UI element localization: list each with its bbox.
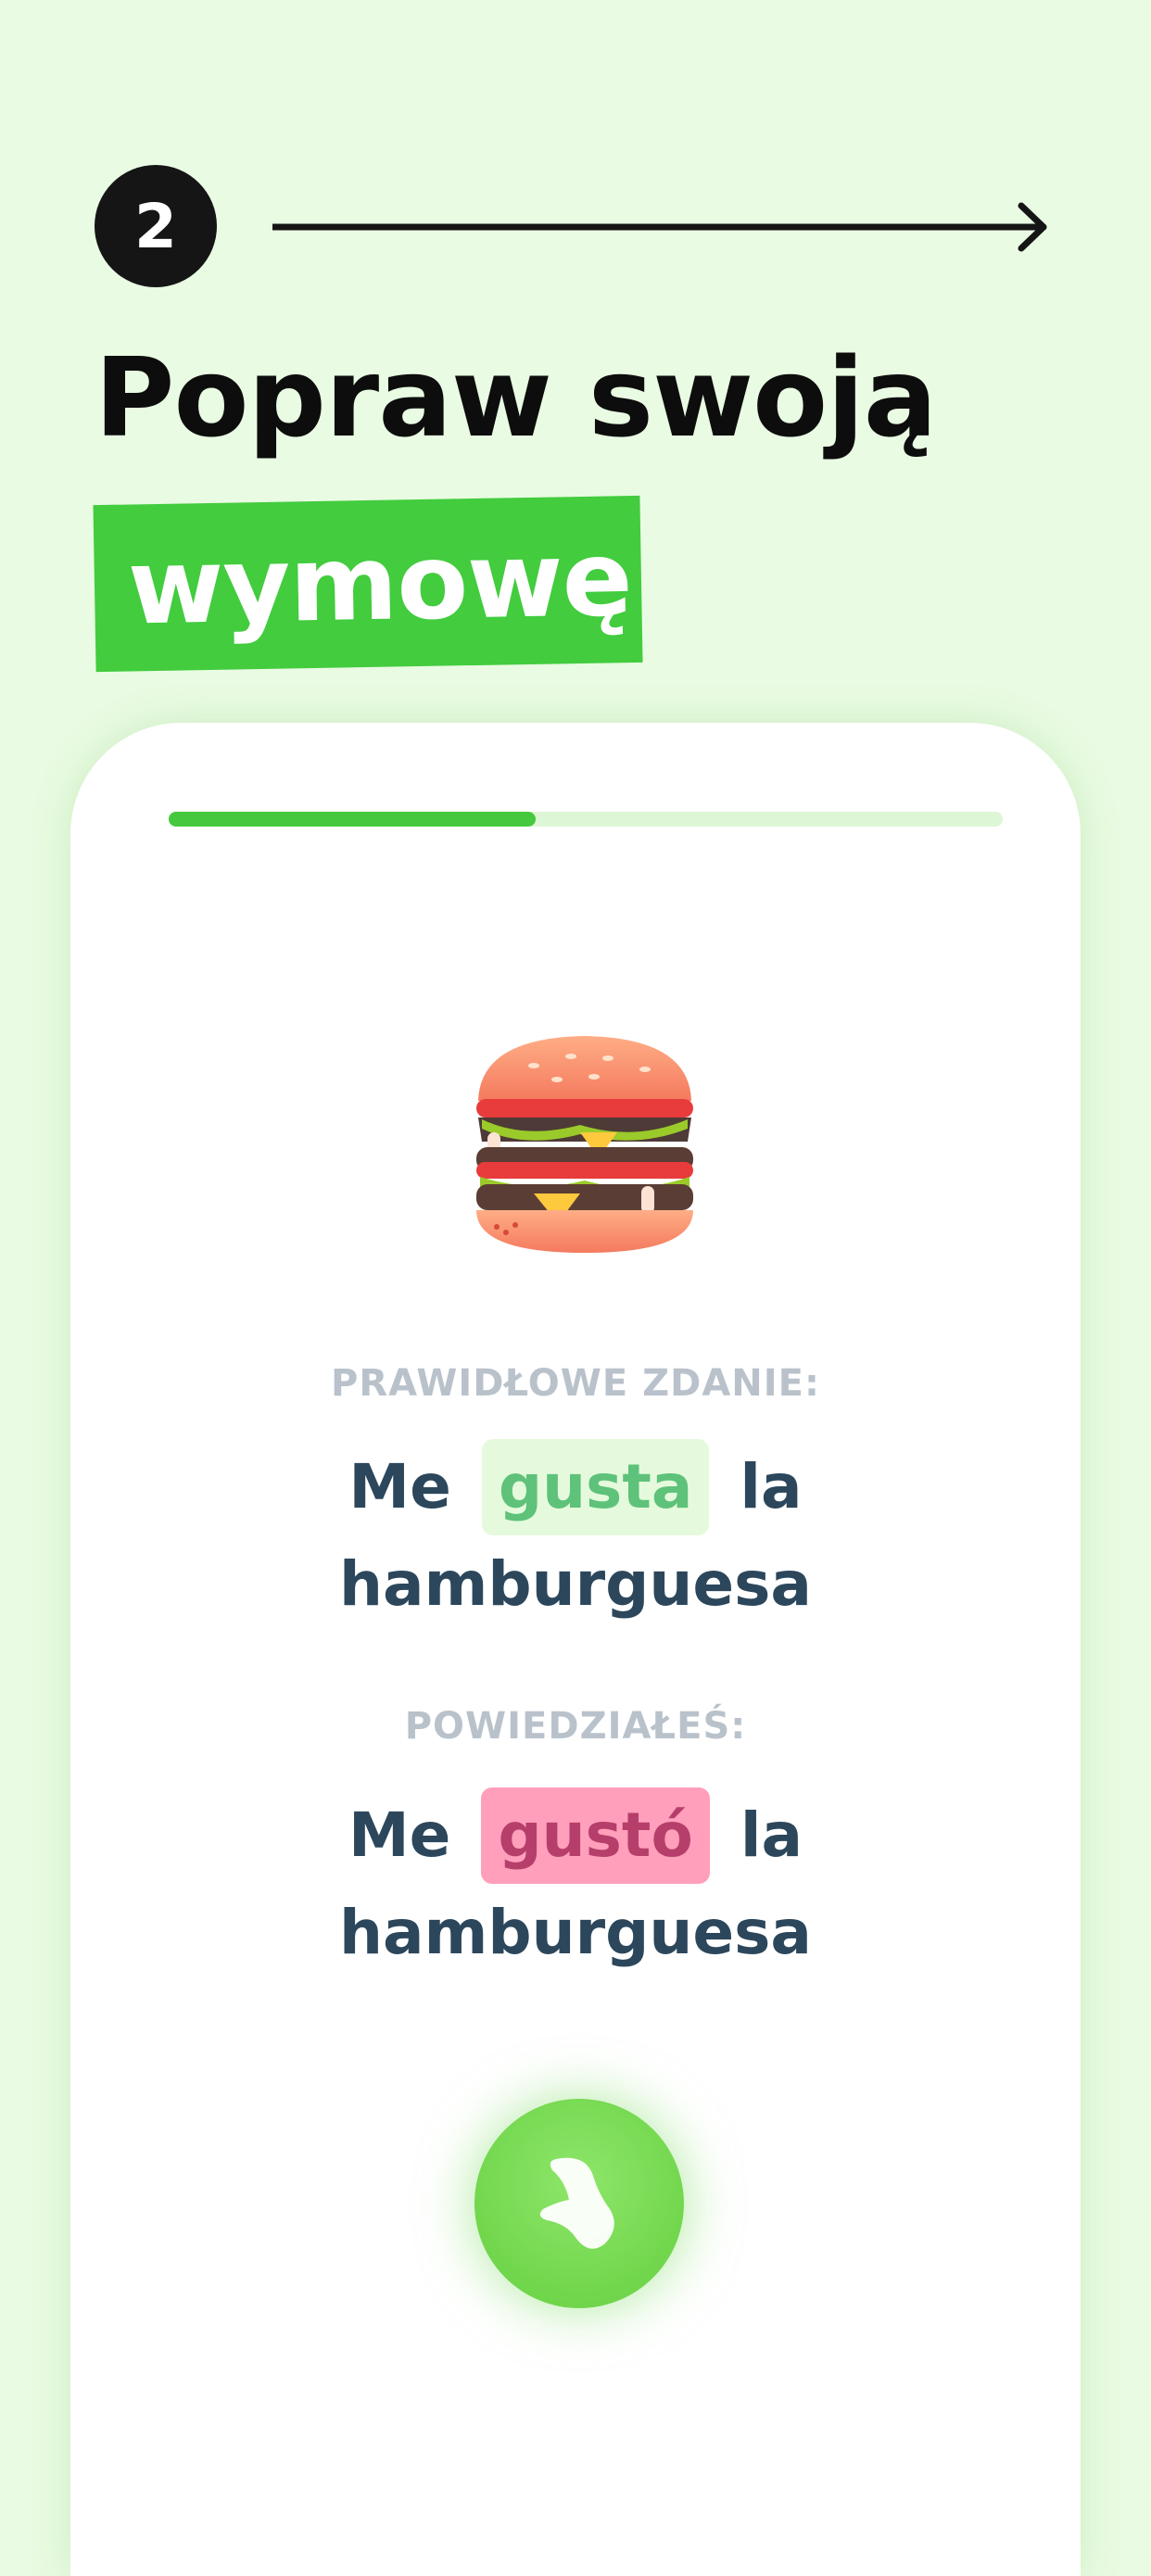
step-indicator: 2: [95, 165, 1051, 289]
spoken-highlight-word: gustó: [481, 1787, 710, 1884]
title-highlight: wymowę: [93, 495, 643, 673]
progress-fill: [169, 812, 536, 827]
correct-sentence-line2: hamburguesa: [339, 1548, 812, 1620]
correct-word-before: Me: [348, 1451, 451, 1522]
spoken-word-after: la: [740, 1799, 803, 1871]
spoken-sentence-line2: hamburguesa: [339, 1897, 812, 1968]
spoken-sentence-label: POWIEDZIAŁEŚ:: [404, 1705, 747, 1748]
title-highlight-text: wymowę: [126, 519, 633, 649]
progress-bar: [169, 812, 1003, 827]
voice-icon: [539, 2157, 614, 2249]
arrow-right-icon: [272, 202, 1047, 252]
hamburger-icon: [476, 1036, 693, 1253]
lesson-card: PRAWIDŁOWE ZDANIE: Me gusta la hamburgue…: [70, 723, 1081, 2576]
correct-sentence-label: PRAWIDŁOWE ZDANIE:: [331, 1362, 820, 1405]
record-voice-button[interactable]: [474, 2099, 684, 2308]
correct-sentence: Me gusta la hamburguesa: [70, 1438, 1081, 1633]
correct-highlight-word: gusta: [481, 1439, 710, 1535]
spoken-sentence: Me gustó la hamburguesa: [70, 1787, 1081, 1981]
spoken-word-before: Me: [348, 1799, 451, 1871]
correct-word-after: la: [740, 1451, 803, 1522]
step-number-badge: 2: [95, 165, 217, 287]
page-title: Popraw swoją: [95, 334, 937, 461]
